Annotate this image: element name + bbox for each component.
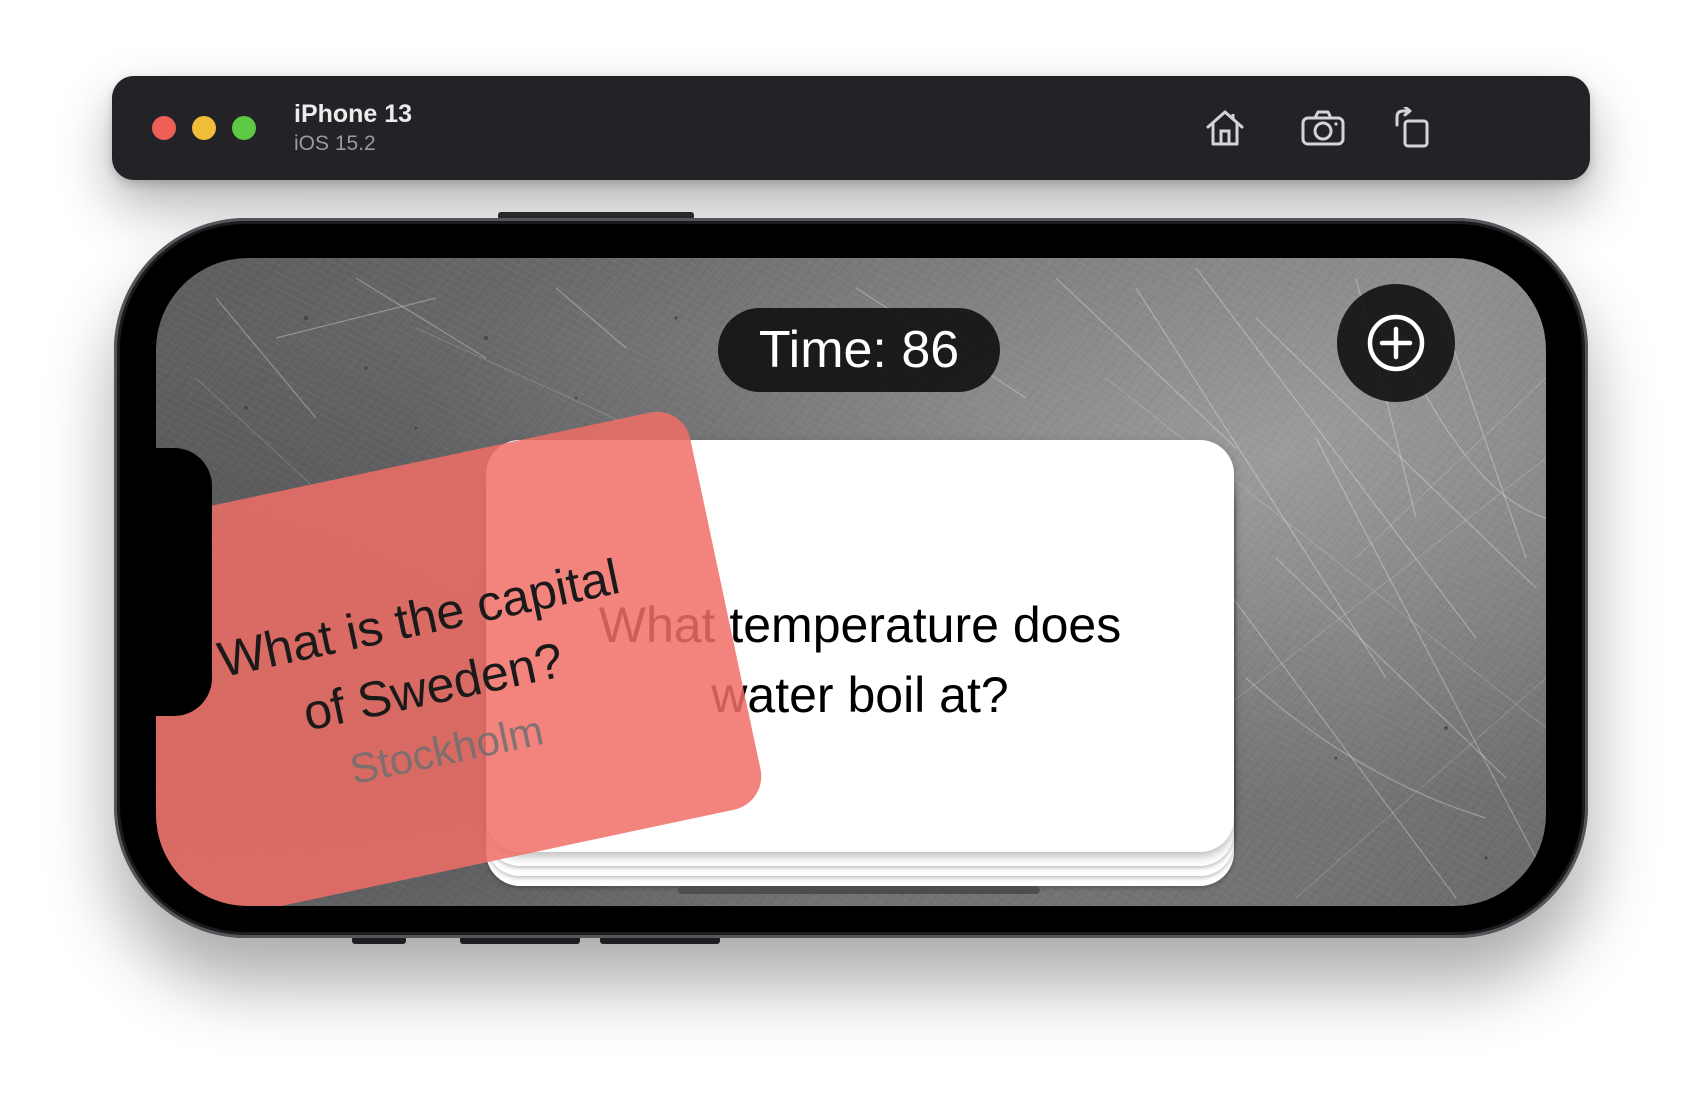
iphone-bezel: Time: 86 What temperature does water boi… [120,224,1582,932]
home-indicator[interactable] [678,886,1040,894]
device-name: iPhone 13 [294,100,413,128]
home-button[interactable] [1200,104,1250,152]
simulator-titlebar: iPhone 13 iOS 15.2 [112,76,1590,180]
timer-display: Time: 86 [718,308,1000,392]
screenshot-button[interactable] [1298,104,1348,152]
rotate-icon [1395,107,1429,148]
timer-label: Time: [758,321,887,379]
notch [156,448,212,716]
home-icon [1206,110,1244,146]
iphone-frame: Time: 86 What temperature does water boi… [114,218,1588,938]
plus-circle-icon [1367,314,1425,372]
camera-icon [1301,110,1345,146]
rotate-button[interactable] [1387,104,1437,152]
timer-value: 86 [901,321,960,379]
os-version: iOS 15.2 [294,132,376,155]
add-card-button[interactable] [1337,284,1455,402]
close-window-button[interactable] [152,116,176,140]
simulator-window: iPhone 13 iOS 15.2 Time: 86 What tempera… [0,0,1702,1102]
minimize-window-button[interactable] [192,116,216,140]
zoom-window-button[interactable] [232,116,256,140]
app-screen: Time: 86 What temperature does water boi… [156,258,1546,906]
